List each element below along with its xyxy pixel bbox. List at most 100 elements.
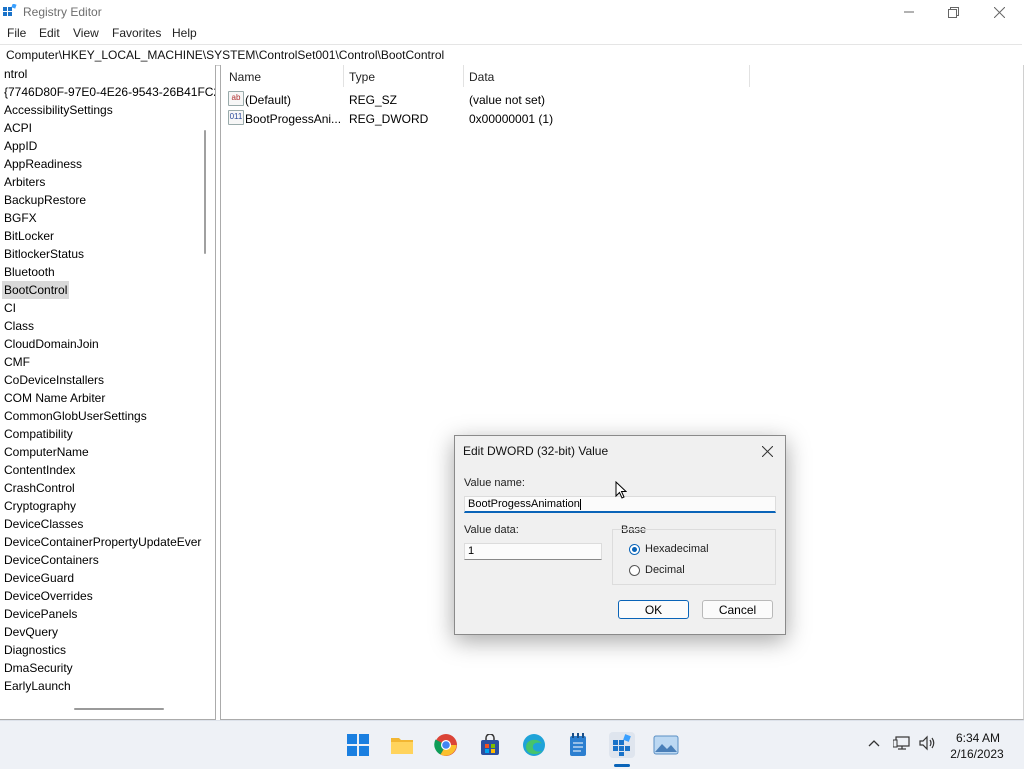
tree-item[interactable]: DevQuery	[4, 623, 58, 641]
close-icon	[761, 445, 773, 457]
store-icon[interactable]	[477, 732, 503, 758]
tree-item[interactable]: BitlockerStatus	[4, 245, 84, 263]
hexadecimal-label[interactable]: Hexadecimal	[645, 543, 709, 555]
key-tree-pane[interactable]: ntrol {7746D80F-97E0-4E26-9543-26B41FC2 …	[0, 65, 216, 720]
edge-icon[interactable]	[521, 732, 547, 758]
active-app-indicator	[614, 764, 630, 767]
tree-item[interactable]: Compatibility	[4, 425, 73, 443]
title-bar: Registry Editor	[0, 0, 1024, 24]
tree-item[interactable]: DeviceContainerPropertyUpdateEver	[4, 533, 201, 551]
value-data-field[interactable]: 1	[464, 543, 602, 560]
tree-item[interactable]: DeviceClasses	[4, 515, 83, 533]
restore-icon	[947, 6, 959, 18]
close-icon	[993, 6, 1005, 18]
tree-item[interactable]: BitLocker	[4, 227, 54, 245]
menu-view[interactable]: View	[73, 26, 99, 40]
tree-item[interactable]: AppReadiness	[4, 155, 82, 173]
tree-item[interactable]: CoDeviceInstallers	[4, 371, 104, 389]
tree-item[interactable]: DmaSecurity	[4, 659, 73, 677]
tree-item[interactable]: ComputerName	[4, 443, 89, 461]
tree-item[interactable]: AccessibilitySettings	[4, 101, 113, 119]
dialog-title: Edit DWORD (32-bit) Value	[463, 444, 609, 458]
tree-item[interactable]: DeviceContainers	[4, 551, 99, 569]
tree-item[interactable]: BackupRestore	[4, 191, 86, 209]
file-explorer-icon[interactable]	[389, 732, 415, 758]
value-data: 0x00000001 (1)	[469, 112, 554, 126]
tree-vertical-scrollbar[interactable]	[204, 130, 206, 254]
value-name[interactable]: (Default)	[245, 93, 291, 107]
tree-item-selected-bootcontrol[interactable]: BootControl	[2, 281, 70, 299]
close-window-button[interactable]	[976, 0, 1022, 24]
column-divider[interactable]	[343, 65, 344, 87]
mouse-pointer-icon	[615, 480, 628, 502]
menu-help[interactable]: Help	[172, 26, 197, 40]
tree-item[interactable]: {7746D80F-97E0-4E26-9543-26B41FC2	[4, 83, 215, 101]
value-type: REG_DWORD	[349, 112, 429, 126]
tree-item[interactable]: BGFX	[4, 209, 37, 227]
registry-editor-icon[interactable]	[609, 732, 635, 758]
clock-date[interactable]: 2/16/2023	[944, 747, 1010, 761]
value-data-label: Value data:	[464, 524, 519, 536]
column-divider[interactable]	[463, 65, 464, 87]
tree-item[interactable]: DeviceGuard	[4, 569, 74, 587]
network-icon[interactable]	[892, 735, 911, 754]
photos-icon[interactable]	[653, 732, 679, 758]
tree-item[interactable]: EarlyLaunch	[4, 677, 71, 695]
value-data-text: 1	[468, 545, 475, 557]
minimize-icon	[904, 11, 914, 13]
restore-button[interactable]	[930, 0, 976, 24]
tree-item[interactable]: CloudDomainJoin	[4, 335, 99, 353]
binary-value-icon: 011	[228, 110, 244, 125]
value-name-label: Value name:	[464, 477, 525, 489]
tree-item[interactable]: Bluetooth	[4, 263, 55, 281]
registry-editor-app-icon	[3, 3, 17, 18]
edit-dword-dialog: Edit DWORD (32-bit) Value Value name: Bo…	[454, 435, 786, 635]
ok-button[interactable]: OK	[618, 600, 689, 619]
tree-item[interactable]: Class	[4, 317, 34, 335]
menu-file[interactable]: File	[7, 26, 26, 40]
clock-time[interactable]: 6:34 AM	[948, 731, 1008, 745]
tree-item[interactable]: ContentIndex	[4, 461, 75, 479]
address-path[interactable]: Computer\HKEY_LOCAL_MACHINE\SYSTEM\Contr…	[6, 48, 444, 62]
tree-item[interactable]: CI	[4, 299, 16, 317]
window-title: Registry Editor	[23, 5, 102, 19]
notepad-icon[interactable]	[565, 732, 591, 758]
text-caret	[579, 498, 581, 510]
tree-item[interactable]: AppID	[4, 137, 37, 155]
tree-horizontal-scrollbar[interactable]	[74, 708, 164, 710]
tree-item[interactable]: Arbiters	[4, 173, 45, 191]
tree-item[interactable]: ACPI	[4, 119, 32, 137]
tree-item[interactable]: Cryptography	[4, 497, 76, 515]
tree-item[interactable]: DevicePanels	[4, 605, 77, 623]
volume-icon[interactable]	[919, 735, 937, 754]
column-header-data[interactable]: Data	[469, 70, 494, 84]
address-bar[interactable]: Computer\HKEY_LOCAL_MACHINE\SYSTEM\Contr…	[0, 44, 1022, 66]
value-type: REG_SZ	[349, 93, 398, 107]
tree-item[interactable]: CrashControl	[4, 479, 75, 497]
minimize-button[interactable]	[886, 0, 932, 24]
chrome-icon[interactable]	[433, 732, 459, 758]
menu-edit[interactable]: Edit	[39, 26, 60, 40]
value-name-text: BootProgessAnimation	[468, 498, 580, 510]
tree-item[interactable]: ntrol	[4, 65, 27, 83]
dialog-close-button[interactable]	[755, 440, 779, 462]
tree-item[interactable]: CommonGlobUserSettings	[4, 407, 147, 425]
decimal-label[interactable]: Decimal	[645, 564, 685, 576]
tree-item[interactable]: CMF	[4, 353, 30, 371]
column-header-type[interactable]: Type	[349, 70, 375, 84]
decimal-radio[interactable]	[629, 565, 640, 576]
taskbar: 6:34 AM 2/16/2023	[0, 720, 1024, 769]
column-divider[interactable]	[749, 65, 750, 87]
value-name[interactable]: BootProgessAni...	[245, 112, 341, 126]
windows-start-icon[interactable]	[345, 732, 371, 758]
cancel-button[interactable]: Cancel	[702, 600, 773, 619]
menu-bar: File Edit View Favorites Help	[0, 24, 1024, 44]
show-hidden-icons-chevron-icon[interactable]	[867, 737, 881, 751]
tree-item[interactable]: COM Name Arbiter	[4, 389, 105, 407]
tree-item[interactable]: Diagnostics	[4, 641, 66, 659]
hexadecimal-radio[interactable]	[629, 544, 640, 555]
column-header-name[interactable]: Name	[229, 70, 261, 84]
menu-favorites[interactable]: Favorites	[112, 26, 161, 40]
tree-item[interactable]: DeviceOverrides	[4, 587, 93, 605]
base-radio-group: Hexadecimal Decimal	[612, 529, 776, 585]
